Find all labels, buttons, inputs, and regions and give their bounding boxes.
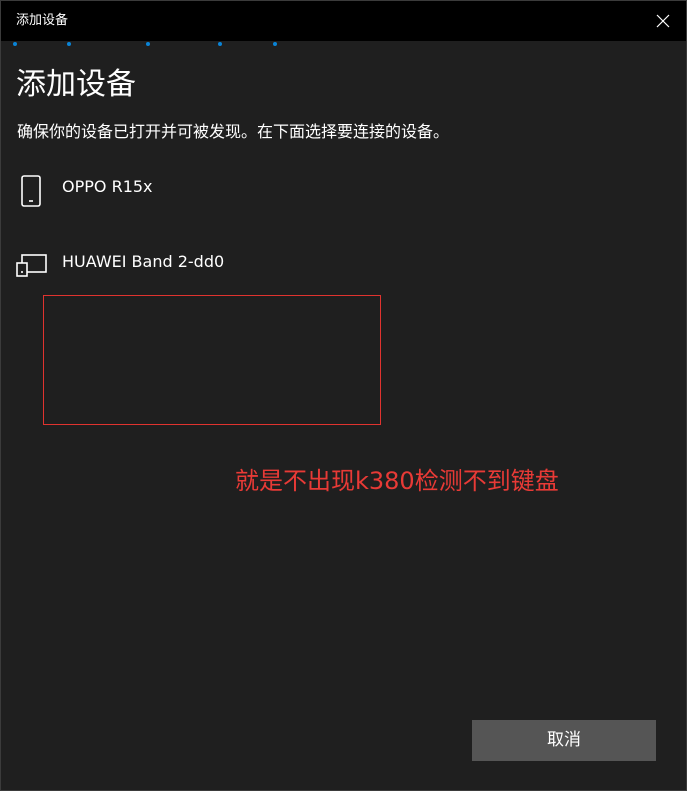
device-name: OPPO R15x — [62, 177, 153, 196]
progress-dot — [67, 42, 71, 46]
close-icon — [656, 14, 670, 28]
progress-dot — [273, 42, 277, 46]
close-button[interactable] — [640, 1, 686, 41]
annotation-text: 就是不出现k380检测不到键盘 — [235, 467, 559, 495]
cancel-button[interactable]: 取消 — [472, 720, 656, 761]
window-title: 添加设备 — [16, 13, 69, 28]
display-device-icon — [16, 250, 50, 284]
device-name: HUAWEI Band 2-dd0 — [62, 252, 225, 271]
progress-dot — [218, 42, 222, 46]
add-device-dialog: 添加设备 添加设备 确保你的设备已打开并可被发现。在下面选择要连接的设备。 OP… — [0, 0, 687, 791]
highlight-annotation-box — [43, 295, 381, 425]
progress-dot — [13, 42, 17, 46]
device-item-oppo[interactable]: OPPO R15x — [16, 175, 656, 235]
phone-icon — [16, 175, 50, 209]
searching-progress-indicator — [1, 41, 686, 47]
title-bar: 添加设备 — [1, 1, 686, 41]
page-title: 添加设备 — [16, 67, 136, 102]
progress-dot — [146, 42, 150, 46]
instruction-text: 确保你的设备已打开并可被发现。在下面选择要连接的设备。 — [17, 122, 450, 141]
